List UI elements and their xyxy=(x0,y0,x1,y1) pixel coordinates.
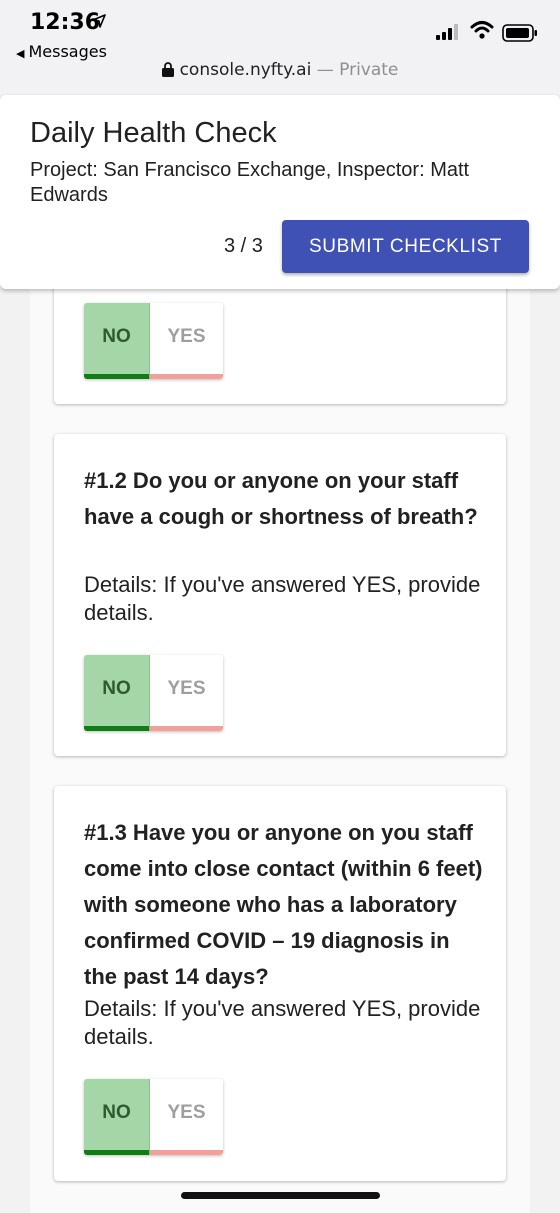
no-option[interactable]: NO xyxy=(84,1079,150,1155)
home-indicator[interactable] xyxy=(181,1192,380,1199)
back-to-app-link[interactable]: ◀ Messages xyxy=(16,42,107,61)
status-time: 12:36 xyxy=(30,10,101,35)
private-label: Private xyxy=(339,60,399,80)
question-card-1-2: #1.2 Do you or anyone on your staff have… xyxy=(54,434,506,756)
page-title: Daily Health Check xyxy=(30,117,277,149)
question-text: #1.3 Have you or anyone on you staff com… xyxy=(84,820,483,989)
question-details: Details: If you've answered YES, provide… xyxy=(84,572,481,625)
yes-no-toggle: NO YES xyxy=(84,655,223,731)
wifi-icon xyxy=(470,20,494,45)
question-card-1-3: #1.3 Have you or anyone on you staff com… xyxy=(54,786,506,1181)
battery-icon xyxy=(502,24,538,47)
url-text: console.nyfty.ai xyxy=(179,60,312,80)
yes-no-toggle: NO YES xyxy=(84,303,223,379)
yes-option[interactable]: YES xyxy=(150,303,223,379)
question-details: Details: If you've answered YES, provide… xyxy=(84,996,481,1049)
no-option[interactable]: NO xyxy=(84,303,150,379)
checklist-header: Daily Health Check Project: San Francisc… xyxy=(0,95,560,289)
safari-url-bar[interactable]: console.nyfty.ai — Private xyxy=(0,60,560,82)
back-app-label: Messages xyxy=(28,42,107,61)
page-progress: 3 / 3 xyxy=(224,235,263,257)
no-option[interactable]: NO xyxy=(84,655,150,731)
question-text: #1.2 Do you or anyone on your staff have… xyxy=(84,468,478,529)
cellular-signal-icon xyxy=(436,24,460,45)
yes-option[interactable]: YES xyxy=(150,655,223,731)
yes-no-toggle: NO YES xyxy=(84,1079,223,1155)
lock-icon xyxy=(161,62,174,82)
submit-checklist-button[interactable]: SUBMIT CHECKLIST xyxy=(282,220,529,273)
back-triangle-icon: ◀ xyxy=(16,47,25,60)
project-inspector-subtitle: Project: San Francisco Exchange, Inspect… xyxy=(30,159,470,206)
location-arrow-icon xyxy=(92,14,106,33)
yes-option[interactable]: YES xyxy=(150,1079,223,1155)
ios-status-bar: 12:36 ◀ Messages console.nyfty.ai — Priva… xyxy=(0,0,560,95)
url-separator: — xyxy=(311,60,340,80)
